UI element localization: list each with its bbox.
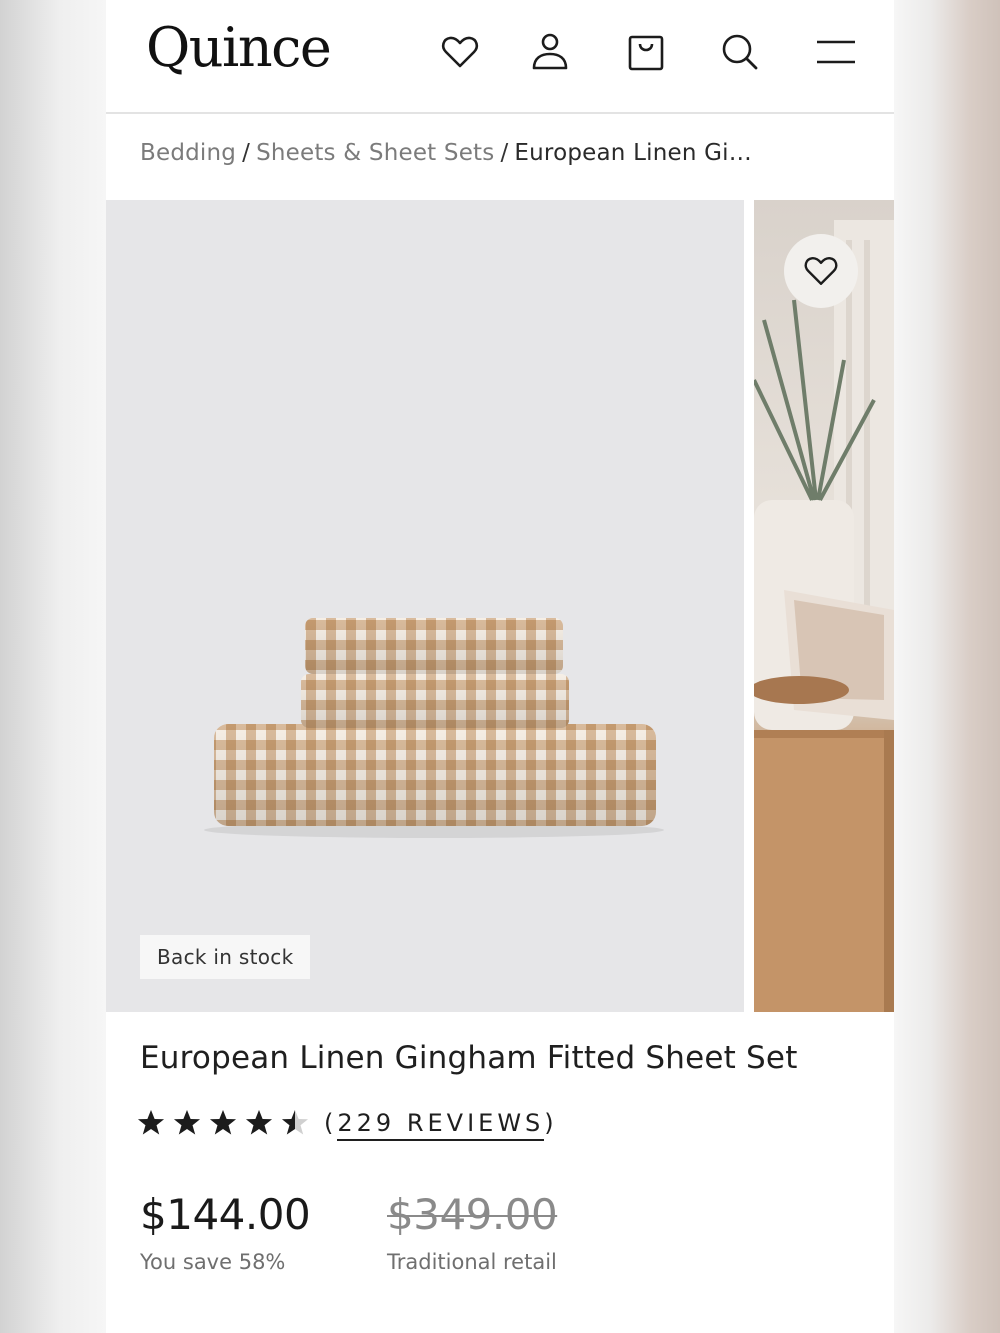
product-image-secondary[interactable]	[754, 200, 894, 1012]
favorite-button[interactable]	[784, 234, 858, 308]
star-half-icon	[282, 1110, 308, 1135]
search-icon[interactable]	[718, 30, 762, 74]
star-full-icon	[246, 1110, 272, 1135]
product-page: Quince Bedding / Sheets & Sheet Sets / Europ…	[106, 0, 894, 1333]
breadcrumb-separator: /	[242, 140, 251, 166]
quince-logo[interactable]: Quince	[146, 16, 332, 79]
account-icon[interactable]	[528, 30, 572, 74]
shopping-bag-icon[interactable]	[624, 30, 668, 74]
breadcrumb-current: European Linen Gi…	[514, 140, 752, 166]
product-image-main[interactable]: Back in stock	[106, 200, 744, 1012]
site-header: Quince	[106, 0, 894, 114]
savings-text: You save 58%	[140, 1250, 286, 1274]
original-price: $349.00	[387, 1190, 558, 1239]
rating-stars	[136, 1108, 310, 1138]
star-full-icon	[174, 1110, 200, 1135]
reviews-link[interactable]: (229 REVIEWS)	[324, 1109, 558, 1141]
breadcrumb-bedding[interactable]: Bedding	[140, 140, 236, 166]
bedroom-lifestyle-image	[754, 220, 894, 1012]
menu-icon[interactable]	[814, 30, 858, 74]
star-full-icon	[210, 1110, 236, 1135]
sale-price: $144.00	[140, 1190, 311, 1239]
product-title: European Linen Gingham Fitted Sheet Set	[140, 1040, 798, 1076]
folded-sheets-image	[204, 618, 664, 838]
heart-icon[interactable]	[438, 30, 482, 74]
back-in-stock-badge: Back in stock	[140, 935, 311, 979]
breadcrumb-separator: /	[500, 140, 509, 166]
original-price-label: Traditional retail	[387, 1250, 557, 1274]
star-full-icon	[138, 1110, 164, 1135]
heart-icon	[804, 257, 838, 285]
breadcrumb: Bedding / Sheets & Sheet Sets / European Lin…	[140, 140, 752, 166]
breadcrumb-sheets[interactable]: Sheets & Sheet Sets	[256, 140, 494, 166]
product-rating: (229 REVIEWS)	[136, 1108, 558, 1141]
reviews-count: 229 REVIEWS	[337, 1109, 545, 1141]
